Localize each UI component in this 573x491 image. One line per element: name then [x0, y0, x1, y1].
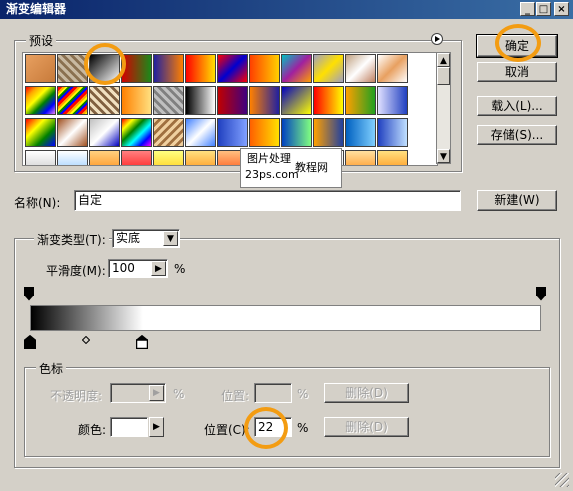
- preset-swatch[interactable]: [25, 118, 56, 147]
- preset-swatch[interactable]: [25, 54, 56, 83]
- preset-swatch[interactable]: [89, 118, 120, 147]
- preset-swatch[interactable]: [89, 86, 120, 115]
- color-arrow-icon[interactable]: ▶: [149, 417, 164, 437]
- preset-swatch[interactable]: [217, 118, 248, 147]
- gradient-type-label: 渐变类型(T):: [34, 231, 109, 248]
- preset-swatch[interactable]: [185, 150, 216, 165]
- opacity-stop-right[interactable]: [536, 287, 546, 304]
- minimize-button[interactable]: _: [520, 2, 535, 16]
- opacity-location-label: 位置:: [221, 389, 250, 403]
- preset-swatch[interactable]: [377, 54, 408, 83]
- opacity-arrow-icon[interactable]: ▶: [149, 385, 164, 401]
- preset-swatch[interactable]: [153, 118, 184, 147]
- preset-swatch[interactable]: [217, 86, 248, 115]
- preset-swatch[interactable]: [57, 118, 88, 147]
- gradient-bar[interactable]: [30, 305, 541, 331]
- preset-swatch[interactable]: [25, 150, 56, 165]
- color-stops-group: [24, 367, 550, 457]
- preset-swatch[interactable]: [345, 54, 376, 83]
- color-label: 颜色:: [78, 423, 107, 437]
- opacity-location-input[interactable]: [254, 383, 292, 403]
- title-bar[interactable]: 渐变编辑器 _ □ ×: [0, 0, 573, 19]
- gradient-type-value: 实底: [116, 231, 141, 245]
- preset-swatch[interactable]: [249, 54, 280, 83]
- preset-swatch[interactable]: [345, 86, 376, 115]
- smoothness-value: 100: [112, 261, 135, 275]
- gradient-type-select[interactable]: 实底 ▼: [112, 229, 180, 248]
- smoothness-label: 平滑度(M):: [46, 264, 106, 278]
- scroll-down-arrow-icon[interactable]: ▼: [437, 149, 450, 163]
- preset-swatch[interactable]: [217, 54, 248, 83]
- new-button[interactable]: 新建(W): [477, 190, 557, 211]
- preset-swatch[interactable]: [121, 54, 152, 83]
- preset-swatch[interactable]: [377, 118, 408, 147]
- presets-label: 预设: [26, 32, 57, 49]
- smoothness-input[interactable]: 100 ▶: [108, 259, 168, 278]
- highlight-circle-preset: [84, 43, 126, 85]
- resize-grip[interactable]: [555, 473, 569, 487]
- location-label: 位置(C):: [204, 423, 250, 437]
- preset-swatch[interactable]: [249, 118, 280, 147]
- preset-swatch[interactable]: [25, 86, 56, 115]
- cancel-button[interactable]: 取消: [477, 62, 557, 82]
- opacity-unit: %: [173, 387, 185, 401]
- close-button[interactable]: ×: [554, 2, 569, 16]
- watermark: 图片处理 教程网 23ps.com: [240, 148, 342, 188]
- color-stops-label: 色标: [36, 360, 67, 377]
- highlight-circle-location: [244, 407, 288, 449]
- highlight-circle-ok: [495, 24, 541, 62]
- name-label: 名称(N):: [14, 196, 61, 210]
- preset-swatch[interactable]: [121, 150, 152, 165]
- load-button[interactable]: 载入(L)...: [477, 96, 557, 116]
- watermark-line2: 教程网: [295, 161, 328, 174]
- preset-swatch[interactable]: [57, 54, 88, 83]
- maximize-button[interactable]: □: [536, 2, 551, 16]
- watermark-line3: 23ps.com: [245, 168, 299, 181]
- preset-swatch[interactable]: [281, 54, 312, 83]
- opacity-location-unit: %: [297, 387, 309, 401]
- preset-swatch[interactable]: [345, 118, 376, 147]
- preset-swatch[interactable]: [153, 86, 184, 115]
- preset-swatch[interactable]: [121, 86, 152, 115]
- scroll-up-arrow-icon[interactable]: ▲: [437, 53, 450, 67]
- opacity-input[interactable]: ▶: [110, 383, 166, 403]
- watermark-line1: 图片处理: [247, 152, 291, 165]
- preset-swatch[interactable]: [185, 54, 216, 83]
- preset-swatch[interactable]: [313, 54, 344, 83]
- smoothness-arrow-icon[interactable]: ▶: [151, 261, 166, 276]
- preset-swatch[interactable]: [281, 86, 312, 115]
- preset-swatch[interactable]: [121, 118, 152, 147]
- opacity-delete-button[interactable]: 删除(D): [324, 383, 409, 403]
- preset-swatch[interactable]: [153, 54, 184, 83]
- color-stop-selected[interactable]: [135, 334, 150, 352]
- location-unit: %: [297, 421, 309, 435]
- name-input[interactable]: 自定: [74, 190, 461, 211]
- preset-swatch[interactable]: [377, 86, 408, 115]
- smoothness-unit: %: [174, 262, 186, 276]
- preset-swatch[interactable]: [313, 118, 344, 147]
- preset-swatch[interactable]: [345, 150, 376, 165]
- color-delete-button[interactable]: 删除(D): [324, 417, 409, 437]
- midpoint-diamond-icon[interactable]: [81, 333, 91, 347]
- save-button[interactable]: 存储(S)...: [477, 125, 557, 145]
- chevron-down-icon[interactable]: ▼: [163, 231, 178, 246]
- opacity-label: 不透明度:: [50, 389, 103, 403]
- preset-swatch[interactable]: [57, 86, 88, 115]
- preset-swatch[interactable]: [281, 118, 312, 147]
- window-title: 渐变编辑器: [6, 2, 67, 16]
- presets-scrollbar[interactable]: ▲ ▼: [436, 52, 451, 164]
- preset-swatch[interactable]: [153, 150, 184, 165]
- preset-swatch[interactable]: [185, 86, 216, 115]
- preset-swatch[interactable]: [89, 150, 120, 165]
- preset-swatch[interactable]: [377, 150, 408, 165]
- preset-swatch[interactable]: [313, 86, 344, 115]
- opacity-stop-left[interactable]: [24, 287, 34, 304]
- scroll-thumb[interactable]: [437, 67, 450, 85]
- preset-swatch[interactable]: [185, 118, 216, 147]
- color-swatch[interactable]: [110, 417, 148, 437]
- preset-swatch[interactable]: [249, 86, 280, 115]
- color-stop-left[interactable]: [23, 334, 37, 352]
- preset-swatch[interactable]: [57, 150, 88, 165]
- circle-right-arrow-icon[interactable]: [431, 33, 443, 45]
